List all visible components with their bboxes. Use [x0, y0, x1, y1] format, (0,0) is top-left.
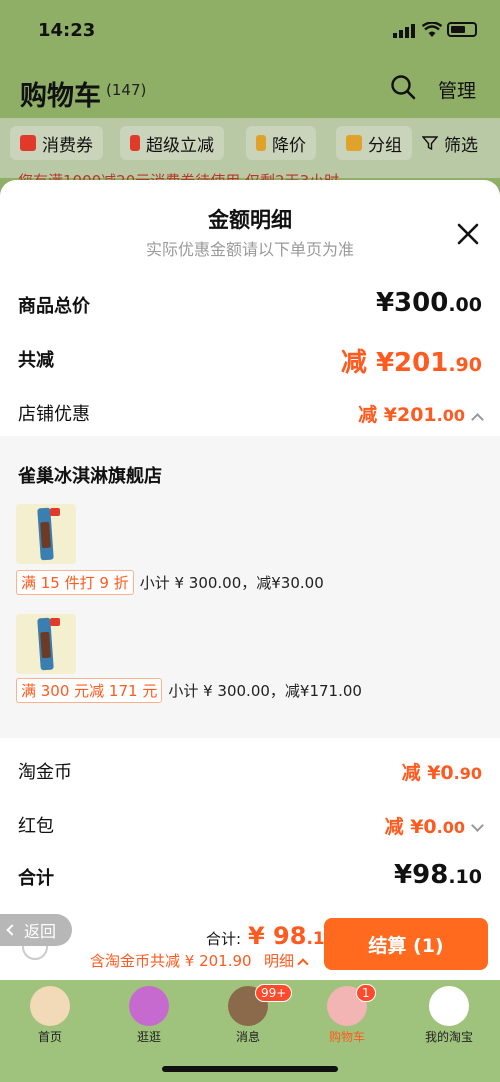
tab-cart[interactable]: 购物车 1	[302, 980, 392, 1050]
chevron-left-icon	[6, 924, 18, 936]
home-mascot-icon	[30, 986, 70, 1026]
total-label: 合计:	[206, 930, 242, 948]
promo-line: 满 300 元减 171 元 小计 ¥ 300.00，减¥171.00	[16, 677, 362, 703]
filter-icon	[422, 136, 438, 151]
back-button[interactable]: 返回	[0, 914, 72, 946]
taojinbi-value: 减 ¥0.90	[401, 762, 482, 784]
filter-bar: 消费券 超级立减 降价 分组 筛选 您有满1000减20元消费券待使用 仅剩2天…	[0, 118, 500, 180]
status-time: 14:23	[38, 20, 96, 41]
filter-chip-coupon[interactable]: 消费券	[10, 126, 103, 160]
product-thumbnail[interactable]	[16, 504, 76, 564]
hongbao-label: 红包	[18, 816, 54, 837]
tab-messages[interactable]: 消息 99+	[203, 980, 293, 1050]
price-drop-icon	[256, 135, 266, 151]
checkout-button[interactable]: 结算 (1)	[324, 918, 488, 970]
battery-icon	[447, 22, 477, 37]
shop-name: 雀巢冰淇淋旗舰店	[18, 466, 162, 487]
goods-total-label: 商品总价	[18, 296, 90, 317]
promo-line: 满 15 件打 9 折 小计 ¥ 300.00，减¥30.00	[16, 569, 324, 595]
sum-row: 合计 ¥98.10	[18, 860, 482, 892]
hongbao-row[interactable]: 红包 减 ¥0.00	[18, 808, 484, 840]
chevron-up-icon	[471, 413, 484, 426]
checkout-bar: 返回 合计: ¥ 98.10 含淘金币共减 ¥ 201.90 明细 结算 (1)	[0, 900, 500, 980]
home-indicator	[162, 1066, 338, 1072]
cellular-signal-icon	[393, 24, 415, 38]
coupon-reminder: 您有满1000减20元消费券待使用 仅剩2天3小时	[18, 170, 488, 180]
manage-button[interactable]: 管理	[438, 76, 476, 103]
tab-home[interactable]: 首页	[5, 980, 95, 1050]
messages-badge: 99+	[255, 984, 293, 1002]
coupon-icon	[20, 135, 36, 151]
search-icon[interactable]	[390, 74, 416, 100]
folder-icon	[346, 135, 362, 151]
promo-tag: 满 300 元减 171 元	[16, 677, 163, 703]
cart-badge: 1	[356, 984, 376, 1002]
wifi-icon	[422, 22, 442, 37]
goods-total-value: ¥300.00	[375, 288, 482, 318]
product-thumbnail[interactable]	[16, 614, 76, 674]
sum-value: ¥98.10	[394, 860, 482, 890]
filter-button[interactable]: 筛选	[412, 126, 488, 160]
chevron-up-icon	[297, 958, 309, 970]
shop-discount-panel: 雀巢冰淇淋旗舰店 满 15 件打 9 折 小计 ¥ 300.00，减¥30.00…	[0, 436, 500, 738]
filter-chip-group[interactable]: 分组	[336, 126, 412, 160]
sheet-subtitle: 实际优惠金额请以下单页为准	[145, 240, 354, 259]
total-discount-row: 共减 减 ¥201.90	[18, 342, 482, 378]
subtotal-text: 小计 ¥ 300.00，减¥171.00	[168, 681, 362, 700]
page-title: 购物车	[20, 81, 101, 112]
store-discount-value: 减 ¥201.00	[358, 400, 484, 427]
total-discount-value: 减 ¥201.90	[340, 348, 482, 378]
goods-total-row: 商品总价 ¥300.00	[18, 288, 482, 320]
sheet-title: 金额明细	[208, 208, 292, 232]
close-icon[interactable]	[456, 222, 480, 246]
tab-my-taobao[interactable]: 我的淘宝	[404, 980, 494, 1050]
filter-chip-price-drop[interactable]: 降价	[246, 126, 316, 160]
amount-detail-sheet: 金额明细 实际优惠金额请以下单页为准 商品总价 ¥300.00 共减 减 ¥20…	[0, 180, 500, 980]
my-taobao-mascot-icon	[429, 986, 469, 1026]
filter-chip-instant-discount[interactable]: 超级立减	[120, 126, 224, 160]
promo-tag: 满 15 件打 9 折	[16, 569, 134, 595]
cart-count: (147)	[106, 81, 147, 99]
browse-mascot-icon	[129, 986, 169, 1026]
detail-toggle[interactable]: 明细	[264, 950, 309, 971]
status-bar: 14:23	[0, 0, 500, 60]
arrow-down-icon	[130, 135, 140, 151]
store-discount-row[interactable]: 店铺优惠 减 ¥201.00	[18, 396, 484, 428]
tab-browse[interactable]: 逛逛	[104, 980, 194, 1050]
subtotal-text: 小计 ¥ 300.00，减¥30.00	[139, 573, 324, 592]
coin-discount-note: 含淘金币共减 ¥ 201.90	[90, 952, 252, 970]
taojinbi-row: 淘金币 减 ¥0.90	[18, 754, 482, 786]
total-discount-label: 共减	[18, 350, 54, 371]
store-discount-label: 店铺优惠	[18, 404, 90, 425]
chevron-down-icon	[471, 819, 484, 832]
taojinbi-label: 淘金币	[18, 762, 72, 783]
hongbao-value: 减 ¥0.00	[385, 812, 484, 839]
sum-label: 合计	[18, 868, 54, 889]
cart-header: 购物车 (147) 管理	[0, 60, 500, 118]
